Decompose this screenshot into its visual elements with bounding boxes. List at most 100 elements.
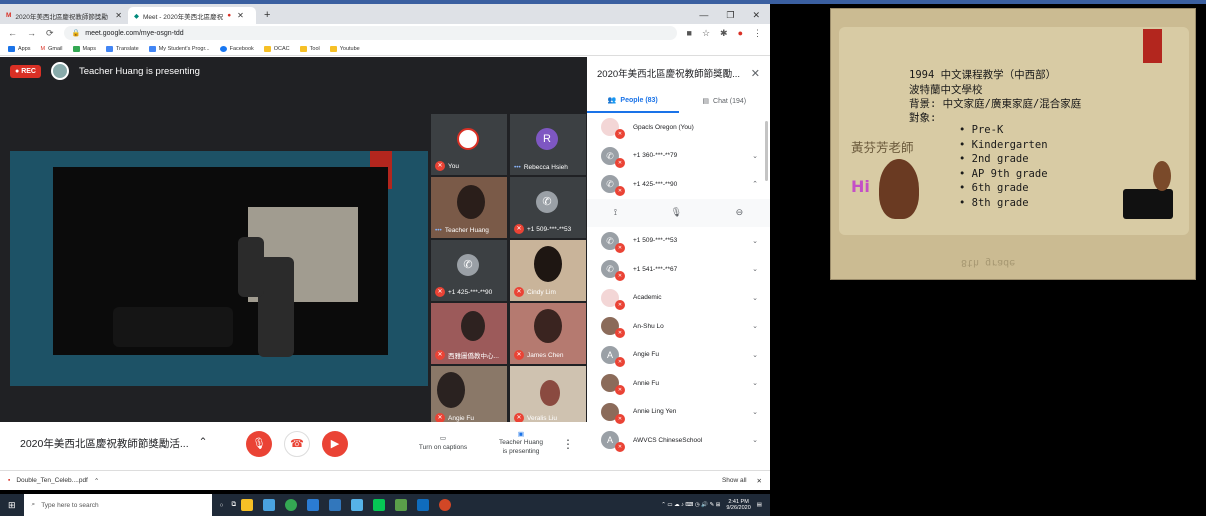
- minimize-button[interactable]: —: [699, 7, 708, 24]
- participant-row[interactable]: ✕ Gpacls Oregon (You): [587, 113, 770, 142]
- task-view-icon[interactable]: ⧉: [231, 501, 236, 509]
- participant-tile[interactable]: ✕ Angie Fu: [431, 366, 507, 427]
- participant-tile[interactable]: ✕ 西雅圖僑教中心...: [431, 303, 507, 364]
- participant-tile[interactable]: ✆ ✕ +1 425-***-**90: [431, 240, 507, 301]
- camera-toggle-button[interactable]: ▶: [322, 430, 348, 457]
- app-icon[interactable]: [395, 499, 408, 511]
- meeting-details[interactable]: 2020年美西北區慶祝教師節獎勵活... ⌃: [0, 436, 240, 451]
- menu-icon[interactable]: ⋮: [753, 28, 762, 39]
- chevron-down-icon[interactable]: ⌄: [752, 237, 758, 245]
- bookmark-ocac[interactable]: OCAC: [263, 45, 290, 52]
- participant-tile[interactable]: R ••• Rebecca Hsieh: [510, 114, 586, 175]
- taskbar-search[interactable]: ⌕ Type here to search: [23, 494, 212, 516]
- tab-chat[interactable]: ▤ Chat (194): [679, 89, 771, 113]
- chevron-down-icon[interactable]: ⌄: [752, 379, 758, 387]
- tray-icons[interactable]: ⌃ ▭ ☁ ♪ ⌨ ◷ 🔊 ✎ ⊞: [661, 502, 720, 508]
- reload-icon[interactable]: ⟳: [46, 28, 54, 39]
- mute-icon[interactable]: 🎙: [671, 207, 682, 218]
- chevron-down-icon[interactable]: ⌄: [752, 408, 758, 416]
- close-icon[interactable]: ✕: [115, 11, 122, 20]
- participant-row[interactable]: ✕ Academic ⌄: [587, 284, 770, 313]
- windows-start-icon[interactable]: ⊞: [8, 500, 16, 511]
- restore-button[interactable]: ❐: [726, 7, 734, 24]
- phone-icon: ✆: [536, 191, 558, 213]
- participant-row[interactable]: A ✕ Angie Fu ⌄: [587, 341, 770, 370]
- participant-tile[interactable]: ✕ Veralis Liu: [510, 366, 586, 427]
- participant-tile[interactable]: ✕ James Chen: [510, 303, 586, 364]
- url-bar[interactable]: 🔒 meet.google.com/mye-osgn-tdd: [63, 26, 677, 40]
- close-icon[interactable]: ✕: [237, 11, 244, 20]
- bookmark-gmail[interactable]: M Gmail: [41, 46, 63, 52]
- tab-people[interactable]: 👥 People (83): [587, 89, 679, 113]
- tab-meet[interactable]: ◆ Meet - 2020年美西北區慶祝 ● ✕: [128, 7, 256, 24]
- participant-row[interactable]: ✕ Annie Ling Yen ⌄: [587, 398, 770, 427]
- bookmark-tool[interactable]: Tool: [299, 45, 320, 52]
- close-icon[interactable]: ✕: [751, 67, 760, 80]
- tile-label: ✕ +1 509-***-**53: [514, 224, 571, 234]
- bookmark-youtube[interactable]: Youtube: [329, 45, 360, 52]
- outlook-icon[interactable]: [417, 499, 430, 511]
- chevron-down-icon[interactable]: ⌄: [752, 351, 758, 359]
- cortana-icon[interactable]: ○: [220, 502, 224, 509]
- file-explorer-icon[interactable]: [241, 499, 254, 511]
- chevron-down-icon[interactable]: ⌄: [752, 322, 758, 330]
- facebook-icon: [219, 45, 227, 52]
- star-icon[interactable]: ☆: [702, 28, 710, 39]
- participant-row[interactable]: ✕ An-Shu Lo ⌄: [587, 312, 770, 341]
- chrome-icon[interactable]: [285, 499, 298, 511]
- show-all-button[interactable]: Show all: [722, 477, 747, 484]
- participant-row[interactable]: ✆ ✕ +1 509-***-**53 ⌄: [587, 227, 770, 256]
- participant-row[interactable]: ✆ ✕ +1 360-***-**79 ⌄: [587, 142, 770, 171]
- download-item[interactable]: Double_Ten_Celeb....pdf: [16, 477, 88, 484]
- mail-icon[interactable]: [307, 499, 320, 511]
- bookmark-progress[interactable]: My Student's Progr...: [148, 45, 210, 52]
- remove-icon[interactable]: ⊖: [736, 207, 744, 218]
- tab-gmail[interactable]: M 2020年美西北區慶祝教師節獎勵 ✕: [0, 7, 128, 24]
- store-icon[interactable]: [263, 499, 276, 511]
- bookmark-facebook[interactable]: Facebook: [219, 45, 254, 52]
- participant-tile[interactable]: ✕ You: [431, 114, 507, 175]
- camera-icon[interactable]: ■: [687, 28, 692, 38]
- chevron-up-icon[interactable]: ⌃: [94, 477, 99, 485]
- powerpoint-icon[interactable]: [439, 499, 452, 511]
- recording-dot-icon: ●: [227, 12, 232, 19]
- participant-row[interactable]: ✆ ✕ +1 541-***-**67 ⌄: [587, 255, 770, 284]
- participant-row[interactable]: ✕ Annie Fu ⌄: [587, 369, 770, 398]
- chevron-down-icon[interactable]: ⌄: [752, 265, 758, 273]
- mic-toggle-button[interactable]: 🎙: [246, 430, 272, 457]
- app-icon[interactable]: [351, 499, 364, 511]
- chevron-down-icon[interactable]: ⌄: [752, 294, 758, 302]
- back-icon[interactable]: ←: [8, 28, 17, 38]
- chevron-down-icon[interactable]: ⌄: [752, 436, 758, 444]
- close-icon[interactable]: ✕: [757, 477, 762, 485]
- tile-name: Cindy Lim: [527, 288, 556, 296]
- more-options-icon[interactable]: ⋮: [562, 437, 574, 451]
- bookmark-translate[interactable]: Translate: [105, 45, 139, 52]
- new-tab-button[interactable]: +: [256, 7, 278, 24]
- participant-tile[interactable]: ✕ Cindy Lim: [510, 240, 586, 301]
- chevron-down-icon[interactable]: ⌄: [752, 152, 758, 160]
- line-icon[interactable]: [373, 499, 386, 511]
- notifications-icon[interactable]: ▤: [757, 502, 762, 508]
- edge-icon[interactable]: [329, 499, 342, 511]
- clock[interactable]: 2:41 PM 9/26/2020: [726, 499, 750, 511]
- profile-avatar[interactable]: ●: [738, 28, 743, 38]
- participant-name: +1 425-***-**90: [633, 180, 678, 188]
- participant-tile[interactable]: ✆ ✕ +1 509-***-**53: [510, 177, 586, 238]
- bookmark-apps[interactable]: Apps: [8, 45, 31, 52]
- meet-controls-bar: 2020年美西北區慶祝教師節獎勵活... ⌃ 🎙 ☎ ▶ ▭ Turn on c…: [0, 422, 587, 465]
- pin-icon[interactable]: ⟟: [614, 207, 617, 218]
- extensions-icon[interactable]: ✱: [720, 28, 728, 39]
- bookmark-maps[interactable]: Maps: [72, 45, 96, 52]
- forward-icon[interactable]: →: [27, 28, 36, 38]
- participant-row[interactable]: ✆ ✕ +1 425-***-**90 ⌃: [587, 170, 770, 199]
- participant-row[interactable]: A ✕ AWVCS ChineseSchool ⌄: [587, 426, 770, 455]
- participant-tile[interactable]: ••• Teacher Huang: [431, 177, 507, 238]
- mic-off-icon: ✕: [615, 356, 625, 367]
- captions-button[interactable]: ▭ Turn on captions: [408, 435, 478, 452]
- close-window-button[interactable]: ✕: [752, 7, 760, 24]
- presenting-button[interactable]: ▣ Teacher Huang is presenting: [486, 431, 556, 456]
- chevron-up-icon[interactable]: ⌃: [752, 180, 758, 188]
- leave-call-button[interactable]: ☎: [284, 430, 310, 457]
- presentation-video[interactable]: [10, 151, 428, 386]
